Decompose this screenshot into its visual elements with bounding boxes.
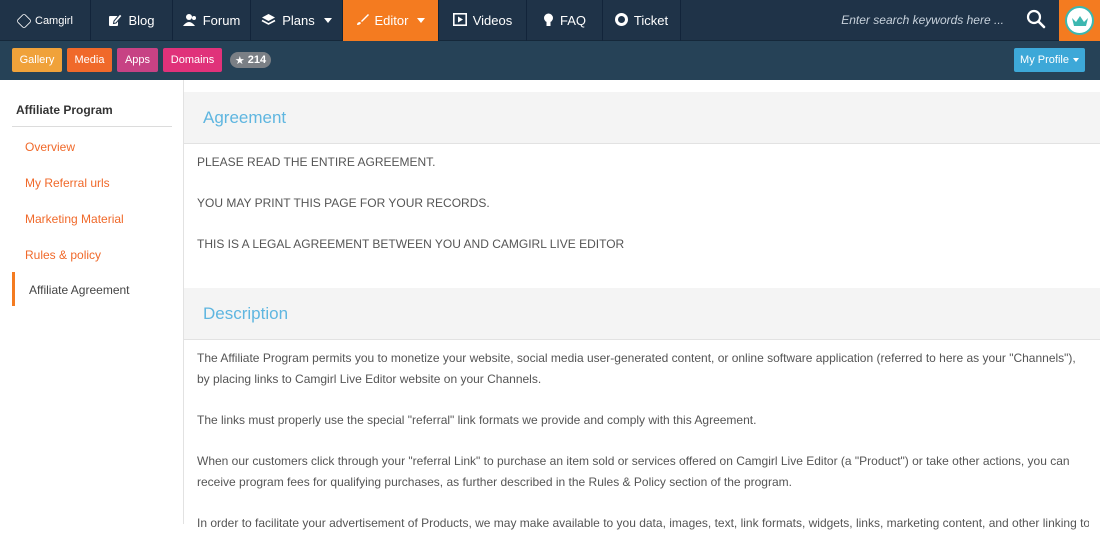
user-menu[interactable] [1059, 0, 1100, 41]
description-paragraph: When our customers click through your "r… [197, 454, 1070, 489]
lifebuoy-icon [614, 13, 628, 28]
logo-icon [16, 12, 32, 29]
sidebar-item-overview[interactable]: Overview [25, 140, 75, 154]
edit-icon [108, 12, 124, 29]
agreement-line: THIS IS A LEGAL AGREEMENT BETWEEN YOU AN… [197, 237, 625, 251]
sidebar-title: Affiliate Program [16, 103, 113, 117]
search-icon[interactable] [1026, 9, 1050, 33]
media-button[interactable]: Media [67, 48, 112, 72]
domains-button[interactable]: Domains [163, 48, 222, 72]
my-profile-button[interactable]: My Profile [1014, 48, 1085, 72]
nav-faq-label: FAQ [559, 13, 586, 28]
star-count-badge: ★ 214 [230, 52, 271, 68]
chevron-down-icon [323, 18, 332, 23]
brush-icon [356, 13, 369, 28]
agreement-line: PLEASE READ THE ENTIRE AGREEMENT. [197, 155, 436, 169]
brand-name: Camgirl [35, 14, 73, 27]
nav-blog[interactable]: Blog [91, 0, 173, 41]
description-title: Description [203, 304, 289, 323]
nav-plans-label: Plans [282, 13, 315, 28]
bulb-icon [543, 13, 554, 29]
nav-ticket[interactable]: Ticket [603, 0, 681, 41]
star-count: 214 [247, 54, 267, 66]
nav-editor-label: Editor [374, 13, 409, 28]
sidebar: Affiliate Program Overview My Referral u… [0, 80, 184, 524]
brand-logo[interactable]: Camgirl [0, 0, 91, 41]
my-profile-label: My Profile [1020, 54, 1069, 66]
chevron-down-icon [417, 18, 426, 23]
nav-ticket-label: Ticket [633, 13, 669, 28]
agreement-line: YOU MAY PRINT THIS PAGE FOR YOUR RECORDS… [197, 196, 490, 210]
search-area [681, 0, 1059, 41]
star-icon: ★ [234, 54, 245, 67]
sidebar-item-affiliate-agreement[interactable]: Affiliate Agreement [29, 283, 130, 297]
gallery-button[interactable]: Gallery [12, 48, 62, 72]
agreement-header: Agreement [184, 92, 1100, 144]
description-header: Description [184, 288, 1100, 340]
agreement-title: Agreement [203, 108, 287, 127]
play-icon [452, 13, 467, 28]
nav-forum[interactable]: Forum [173, 0, 251, 41]
description-paragraph: The Affiliate Program permits you to mon… [197, 351, 1076, 386]
sidebar-item-referral-urls[interactable]: My Referral urls [25, 176, 110, 190]
nav-blog-label: Blog [128, 13, 155, 28]
search-input[interactable] [681, 9, 1016, 31]
sidebar-item-marketing-material[interactable]: Marketing Material [25, 212, 124, 226]
chevron-down-icon [1072, 58, 1079, 62]
users-icon [182, 13, 197, 29]
avatar [1065, 6, 1094, 35]
nav-videos[interactable]: Videos [439, 0, 527, 41]
nav-forum-label: Forum [202, 13, 241, 28]
divider [12, 126, 172, 127]
active-indicator [12, 272, 15, 306]
apps-button[interactable]: Apps [117, 48, 158, 72]
layers-icon [261, 13, 276, 29]
nav-plans[interactable]: Plans [251, 0, 343, 41]
nav-videos-label: Videos [472, 13, 513, 28]
sidebar-item-rules-policy[interactable]: Rules & policy [25, 248, 101, 262]
nav-editor[interactable]: Editor [343, 0, 439, 41]
nav-faq[interactable]: FAQ [527, 0, 603, 41]
description-paragraph: The links must properly use the special … [197, 413, 757, 427]
crown-icon [1071, 15, 1088, 26]
